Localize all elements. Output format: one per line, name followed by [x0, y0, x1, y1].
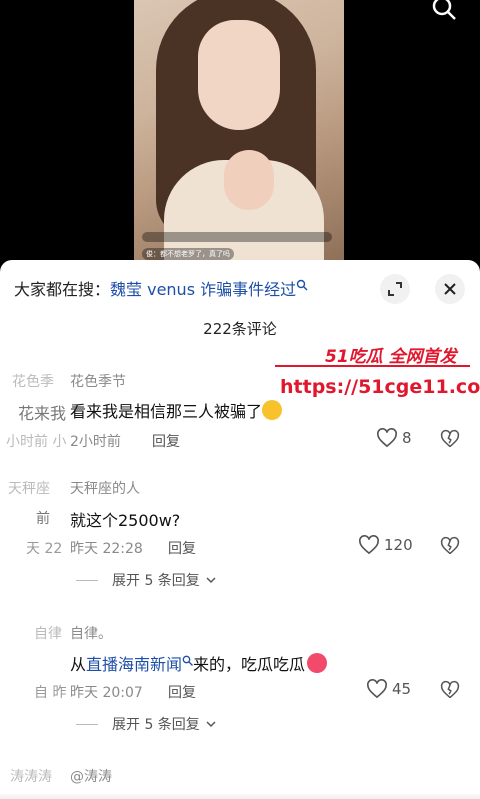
- reply-button[interactable]: 回复: [152, 431, 180, 451]
- like-button[interactable]: 120: [358, 535, 413, 555]
- expand-label: 展开 5 条回复: [112, 573, 200, 589]
- ghost-username: 涛涛涛: [10, 769, 52, 785]
- like-count: 45: [392, 680, 412, 698]
- like-button[interactable]: 8: [376, 428, 412, 448]
- heart-icon: [367, 679, 387, 699]
- reply-button[interactable]: 回复: [168, 538, 196, 558]
- divider: [76, 579, 98, 581]
- expand-label: 展开 5 条回复: [112, 717, 200, 733]
- ghost-time: 小时前 小: [6, 434, 67, 450]
- like-count: 120: [384, 536, 413, 554]
- heart-icon: [359, 535, 379, 555]
- comment-time: 昨天 22:28: [70, 541, 143, 557]
- comment-username[interactable]: 自律。: [70, 623, 112, 643]
- broken-heart-icon: [440, 680, 460, 699]
- comment-time: 昨天 20:07: [70, 685, 143, 701]
- watermark-url: https://51cge11.com: [280, 376, 480, 398]
- cutoff-edge: [0, 792, 480, 799]
- ghost-text: 花来我: [18, 404, 67, 423]
- heart-eyes-emoji: [307, 653, 328, 673]
- comment-panel: 大家都在搜：魏莹 venus 诈骗事件经过 222条评论 51吃瓜 全网首发 h…: [0, 260, 480, 799]
- chevron-down-icon: [206, 577, 216, 584]
- comment-time: 2小时前: [70, 434, 121, 450]
- live-comment: 俊：都不想老罗了，真了吗: [142, 248, 234, 260]
- watermark-underline: [275, 365, 470, 367]
- broken-heart-icon: [440, 536, 460, 555]
- live-gift-bar: [142, 232, 332, 242]
- reply-button[interactable]: 回复: [168, 682, 196, 702]
- search-query-link[interactable]: 魏莹 venus 诈骗事件经过: [110, 280, 296, 299]
- divider: [76, 723, 98, 725]
- comment-username[interactable]: @涛涛: [70, 766, 112, 786]
- broken-heart-icon: [440, 429, 460, 448]
- ghost-time: 自 昨: [34, 685, 67, 701]
- search-icon: [296, 276, 308, 291]
- expand-replies-button[interactable]: 展开 5 条回复: [76, 570, 216, 590]
- chevron-down-icon: [206, 721, 216, 728]
- ghost-time: 天 22: [26, 541, 63, 557]
- expand-replies-button[interactable]: 展开 5 条回复: [76, 714, 216, 734]
- ghost-username: 天秤座: [8, 481, 50, 497]
- comment-username[interactable]: 天秤座的人: [70, 478, 140, 498]
- comment-link[interactable]: 直播海南新闻: [86, 655, 182, 674]
- streamer-face: [198, 20, 280, 130]
- search-icon[interactable]: [430, 0, 460, 22]
- heart-icon: [377, 428, 397, 448]
- like-count: 8: [402, 429, 412, 447]
- fullscreen-icon: [388, 282, 402, 296]
- ghost-username: 自律: [34, 626, 62, 642]
- comment-count: 222条评论: [203, 320, 277, 338]
- watermark-title: 51吃瓜 全网首发: [325, 347, 457, 367]
- dislike-button[interactable]: [440, 536, 460, 556]
- like-button[interactable]: 45: [366, 679, 411, 699]
- ghost-text: 前: [36, 511, 50, 527]
- comment-text-body: 看来我是相信那三人被骗了: [70, 402, 263, 421]
- search-icon: [182, 651, 193, 666]
- comment-username[interactable]: 花色季节: [70, 371, 126, 391]
- search-prefix: 大家都在搜：: [14, 280, 111, 299]
- dislike-button[interactable]: [440, 680, 460, 700]
- video-frame: 俊：都不想老罗了，真了吗: [134, 0, 344, 262]
- expand-fullscreen-button[interactable]: [380, 274, 410, 304]
- comment-text: 从直播海南新闻 来的，吃瓜吃瓜: [70, 651, 328, 675]
- comment-text-prefix: 从: [70, 655, 87, 674]
- comment-text: 看来我是相信那三人被骗了: [70, 398, 283, 422]
- streamer-hand: [224, 150, 274, 210]
- crying-laughing-emoji: [262, 400, 283, 420]
- close-button[interactable]: [435, 274, 465, 304]
- close-icon: [444, 283, 456, 295]
- ghost-username: 花色季: [12, 374, 54, 390]
- search-suggestion[interactable]: 大家都在搜：魏莹 venus 诈骗事件经过: [14, 276, 308, 300]
- dislike-button[interactable]: [440, 429, 460, 449]
- live-video[interactable]: 俊：都不想老罗了，真了吗: [0, 0, 480, 262]
- comment-text: 就这个2500w?: [70, 511, 181, 530]
- comment-text-suffix: 来的，吃瓜吃瓜: [193, 655, 306, 674]
